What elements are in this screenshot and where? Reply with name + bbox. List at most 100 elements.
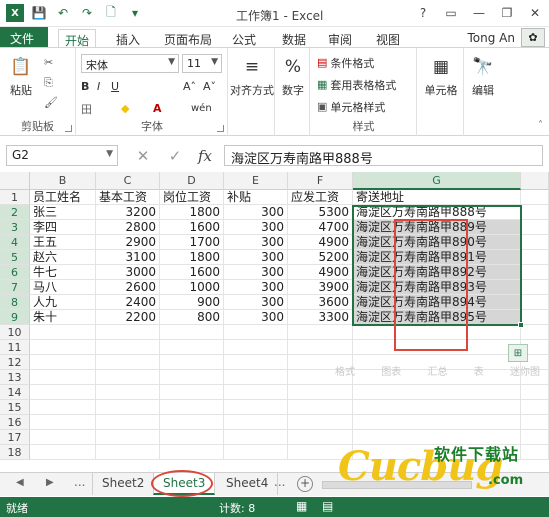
row-header[interactable]: 11: [0, 340, 30, 355]
sheet-more-button[interactable]: ...: [74, 475, 85, 489]
header-cell[interactable]: 补贴: [224, 190, 288, 205]
data-cell[interactable]: 5300: [288, 205, 353, 220]
data-cell[interactable]: 300: [224, 295, 288, 310]
empty-cell[interactable]: [30, 445, 96, 460]
cell-styles-button[interactable]: ▣ 单元格样式: [317, 98, 385, 115]
empty-cell[interactable]: [521, 235, 549, 250]
save-icon[interactable]: 💾: [30, 4, 48, 22]
row-header[interactable]: 16: [0, 415, 30, 430]
empty-cell[interactable]: [96, 340, 160, 355]
data-cell[interactable]: 3600: [288, 295, 353, 310]
empty-cell[interactable]: [160, 400, 224, 415]
row-header[interactable]: 5: [0, 250, 30, 265]
empty-cell[interactable]: [224, 340, 288, 355]
undo-icon[interactable]: ↶: [54, 4, 72, 22]
data-cell[interactable]: 300: [224, 205, 288, 220]
data-cell[interactable]: 300: [224, 310, 288, 325]
empty-cell[interactable]: [30, 340, 96, 355]
empty-cell[interactable]: [353, 340, 521, 355]
data-cell[interactable]: 1600: [160, 265, 224, 280]
header-cell[interactable]: 基本工资: [96, 190, 160, 205]
decrease-font-button[interactable]: A˅: [203, 78, 216, 95]
empty-cell[interactable]: [160, 355, 224, 370]
column-header-empty[interactable]: [521, 172, 549, 190]
empty-cell[interactable]: [521, 310, 549, 325]
data-cell[interactable]: 张三: [30, 205, 96, 220]
fill-color-icon[interactable]: ◆: [121, 100, 129, 117]
empty-cell[interactable]: [224, 370, 288, 385]
empty-cell[interactable]: [353, 325, 521, 340]
empty-cell[interactable]: [288, 385, 353, 400]
tab-review[interactable]: 审阅: [322, 29, 358, 48]
empty-cell[interactable]: [521, 250, 549, 265]
data-cell[interactable]: 300: [224, 280, 288, 295]
data-cell[interactable]: 3300: [288, 310, 353, 325]
empty-cell[interactable]: [521, 190, 549, 205]
data-cell[interactable]: 300: [224, 250, 288, 265]
cells-button[interactable]: ▦ 单元格: [418, 52, 464, 98]
empty-cell[interactable]: [30, 355, 96, 370]
tab-home[interactable]: 开始: [58, 29, 97, 48]
empty-cell[interactable]: [96, 445, 160, 460]
column-header[interactable]: B: [30, 172, 96, 190]
empty-cell[interactable]: [160, 340, 224, 355]
sheet-more-right-button[interactable]: ...: [274, 475, 285, 489]
cancel-icon[interactable]: ✕: [132, 145, 154, 166]
increase-font-button[interactable]: A˄: [183, 78, 196, 95]
collapse-ribbon-icon[interactable]: ˄: [538, 120, 543, 131]
data-cell[interactable]: 2800: [96, 220, 160, 235]
column-header[interactable]: D: [160, 172, 224, 190]
select-all-corner[interactable]: [0, 172, 30, 190]
normal-view-icon[interactable]: ▦: [296, 499, 307, 513]
quick-analysis-icon[interactable]: ⊞: [508, 344, 528, 362]
copy-icon[interactable]: ⎘: [44, 74, 53, 91]
empty-cell[interactable]: [288, 445, 353, 460]
row-header[interactable]: 17: [0, 430, 30, 445]
data-cell[interactable]: 300: [224, 235, 288, 250]
worksheet-grid[interactable]: B C D E F G 1 员工姓名 基本工资 岗位工资 补贴 应发工资 寄送地址 2 张三 3200 1800…: [0, 172, 549, 464]
editing-button[interactable]: 🔭 编辑: [465, 52, 501, 98]
data-cell[interactable]: 2400: [96, 295, 160, 310]
quick-analysis-option[interactable]: 汇总: [428, 363, 448, 378]
empty-cell[interactable]: [521, 385, 549, 400]
data-cell[interactable]: 李四: [30, 220, 96, 235]
row-header[interactable]: 12: [0, 355, 30, 370]
empty-cell[interactable]: [96, 385, 160, 400]
empty-cell[interactable]: [96, 400, 160, 415]
row-header[interactable]: 6: [0, 265, 30, 280]
data-cell[interactable]: 马八: [30, 280, 96, 295]
empty-cell[interactable]: [224, 355, 288, 370]
empty-cell[interactable]: [521, 205, 549, 220]
column-header[interactable]: E: [224, 172, 288, 190]
underline-button[interactable]: U: [111, 78, 119, 95]
border-icon[interactable]: 田: [81, 100, 92, 117]
italic-button[interactable]: I: [97, 78, 100, 95]
empty-cell[interactable]: [160, 325, 224, 340]
empty-cell[interactable]: [353, 445, 521, 460]
row-header[interactable]: 2: [0, 205, 30, 220]
tab-data[interactable]: 数据: [276, 29, 312, 48]
quick-analysis-option[interactable]: 表: [474, 363, 484, 378]
data-cell[interactable]: 3100: [96, 250, 160, 265]
data-cell[interactable]: 海淀区万寿南路甲889号: [353, 220, 521, 235]
empty-cell[interactable]: [30, 400, 96, 415]
empty-cell[interactable]: [160, 370, 224, 385]
row-header[interactable]: 4: [0, 235, 30, 250]
data-cell[interactable]: 赵六: [30, 250, 96, 265]
empty-cell[interactable]: [353, 385, 521, 400]
empty-cell[interactable]: [224, 445, 288, 460]
restore-button[interactable]: ❐: [493, 0, 521, 26]
empty-cell[interactable]: [160, 430, 224, 445]
sheet-tab-sheet4[interactable]: Sheet4: [217, 473, 279, 495]
empty-cell[interactable]: [521, 295, 549, 310]
empty-cell[interactable]: [224, 385, 288, 400]
empty-cell[interactable]: [353, 430, 521, 445]
empty-cell[interactable]: [521, 400, 549, 415]
fill-handle[interactable]: [518, 322, 524, 328]
data-cell[interactable]: 4700: [288, 220, 353, 235]
column-header[interactable]: F: [288, 172, 353, 190]
font-size-combo[interactable]: 11 ▼: [182, 54, 222, 73]
tab-page-layout[interactable]: 页面布局: [158, 29, 218, 48]
data-cell[interactable]: 海淀区万寿南路甲893号: [353, 280, 521, 295]
sheet-tab-sheet2[interactable]: Sheet2: [92, 473, 155, 495]
